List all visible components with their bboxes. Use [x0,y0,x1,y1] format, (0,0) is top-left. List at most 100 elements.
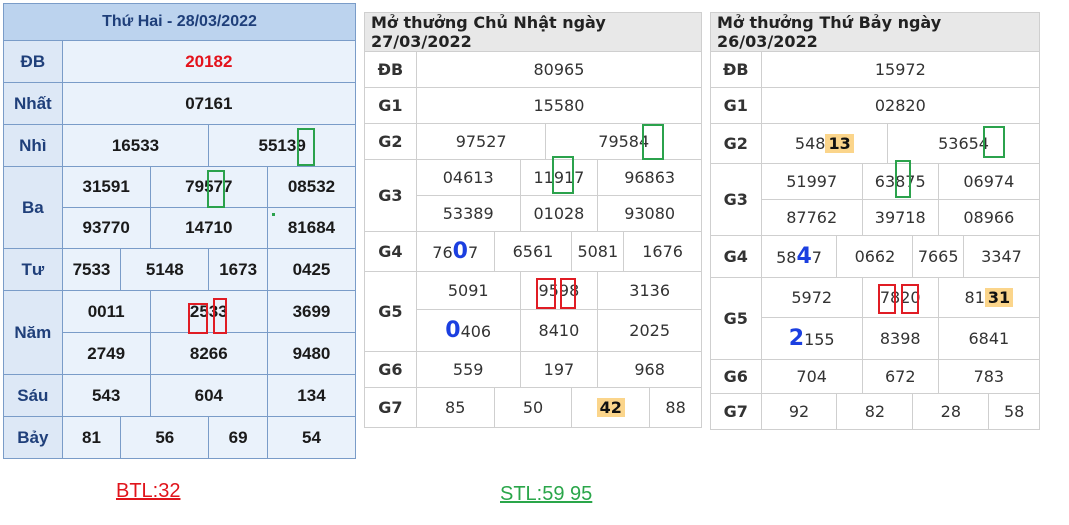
prize-g3-value: 51997 [760,163,863,200]
prize-label-g3: Ba [3,166,63,249]
highlight-digit: 2 [788,326,805,351]
prize-db-value: 15972 [760,51,1041,88]
prize-label-g2: Nhì [3,124,63,167]
highlight-digit: 0 [445,318,461,343]
green-mark-box [642,124,664,160]
digits: 406 [460,322,492,341]
prize-g7-value: 88 [649,387,702,428]
prize-g5-value: 2025 [597,309,702,352]
prize-label: G1 [710,87,762,124]
prize-g3-value: 08966 [937,199,1041,236]
highlight-digit: 4 [796,244,812,269]
highlight-digit: 0 [452,239,468,264]
prize-label: ĐB [364,51,417,88]
prize-g7-value: 28 [912,393,990,430]
red-mark-box [901,284,919,314]
red-mark-box [188,303,208,334]
prize-label-db: ĐB [3,40,63,83]
prize-g3-value: 39718 [861,199,939,236]
prize-db-value: 80965 [415,51,703,88]
highlight-number: 42 [596,398,625,417]
prize-g7-value: 58 [988,393,1040,430]
digits: 76 [432,243,453,262]
prize-label: G7 [710,393,762,430]
prize-g4-value: 6561 [493,231,573,272]
prize-g4-value: 5081 [571,231,625,272]
prize-g7-value: 92 [760,393,838,430]
prize-label-g7: Bảy [3,416,63,459]
results-table-monday: Thứ Hai - 28/03/2022 ĐB 20182 Nhất 07161… [3,3,357,459]
digits: 81 [964,288,985,307]
red-mark-box [213,298,227,334]
prize-g3-value: 81684 [266,207,357,249]
prize-g4-value: 5847 [760,235,838,278]
prize-g5-value: 3136 [597,271,702,310]
prize-g3-value: 96863 [597,159,702,196]
prize-g1-value: 07161 [61,82,357,125]
green-mark-box [895,160,911,198]
green-mark-box [552,156,574,194]
prize-g3-value: 93770 [61,207,151,249]
btl-note: BTL:32 [116,480,181,502]
highlight-number: 13 [825,134,854,153]
prize-label: G5 [364,271,417,352]
prize-label-g5: Năm [3,290,63,375]
prize-g3-value: 08532 [266,166,357,208]
green-mark-box [207,170,225,208]
prize-g1-value: 02820 [760,87,1041,124]
prize-g2-value: 79584 [545,123,702,160]
prize-g3-value: 53389 [415,195,521,232]
prize-label: G4 [364,231,417,272]
prize-g7-value: 81 [61,416,122,459]
digits: 155 [804,330,835,349]
prize-g3-value: 04613 [415,159,521,196]
red-mark-box [536,278,556,309]
prize-g5-value: 8398 [861,317,939,360]
prize-g3-value: 01028 [519,195,599,232]
digits: 7 [467,243,479,262]
results-table-sunday: Mở thưởng Chủ Nhật ngày 27/03/2022 ĐB 80… [364,12,703,428]
prize-g6-value: 543 [61,374,151,417]
prize-label: G3 [364,159,417,232]
prize-g4-value: 1673 [208,248,268,291]
prize-g7-value: 42 [571,387,651,428]
prize-g4-value: 7665 [912,235,964,278]
table-title: Mở thưởng Chủ Nhật ngày 27/03/2022 [364,12,702,52]
prize-g5-value: 6841 [937,317,1041,360]
prize-g5-value: 2155 [760,317,863,360]
prize-g4-value: 7533 [61,248,122,291]
prize-g3-value: 87762 [760,199,863,236]
prize-g6-value: 604 [149,374,268,417]
prize-label: ĐB [710,51,762,88]
prize-g5-value: 0011 [61,290,151,333]
prize-g4-value: 7607 [415,231,495,272]
prize-g6-value: 197 [519,351,599,388]
digits: 548 [794,134,826,153]
prize-g2-value: 97527 [415,123,547,160]
prize-label-g1: Nhất [3,82,63,125]
prize-g5-value: 81 31 [937,277,1041,318]
prize-g7-value: 82 [836,393,914,430]
prize-label: G3 [710,163,762,236]
prize-g2-value: 16533 [61,124,210,167]
prize-g3-value: 31591 [61,166,151,208]
prize-label: G6 [710,359,762,394]
prize-g5-value: 2533 [149,290,268,333]
prize-g4-value: 3347 [962,235,1041,278]
red-mark-box [560,278,576,309]
prize-label: G2 [364,123,417,160]
prize-label: G7 [364,387,417,428]
prize-g4-value: 5148 [120,248,210,291]
prize-label-g4: Tư [3,248,63,291]
prize-g3-value: 93080 [597,195,702,232]
digits: 58 [776,248,797,267]
prize-g6-value: 672 [861,359,939,394]
prize-g4-value: 1676 [623,231,702,272]
prize-g6-value: 704 [760,359,863,394]
table-title: Thứ Hai - 28/03/2022 [3,3,356,41]
green-mark-box [297,128,315,166]
prize-g5-value: 9598 [519,271,599,310]
prize-g7-value: 54 [266,416,357,459]
prize-g6-value: 968 [597,351,702,388]
prize-g7-value: 85 [415,387,495,428]
